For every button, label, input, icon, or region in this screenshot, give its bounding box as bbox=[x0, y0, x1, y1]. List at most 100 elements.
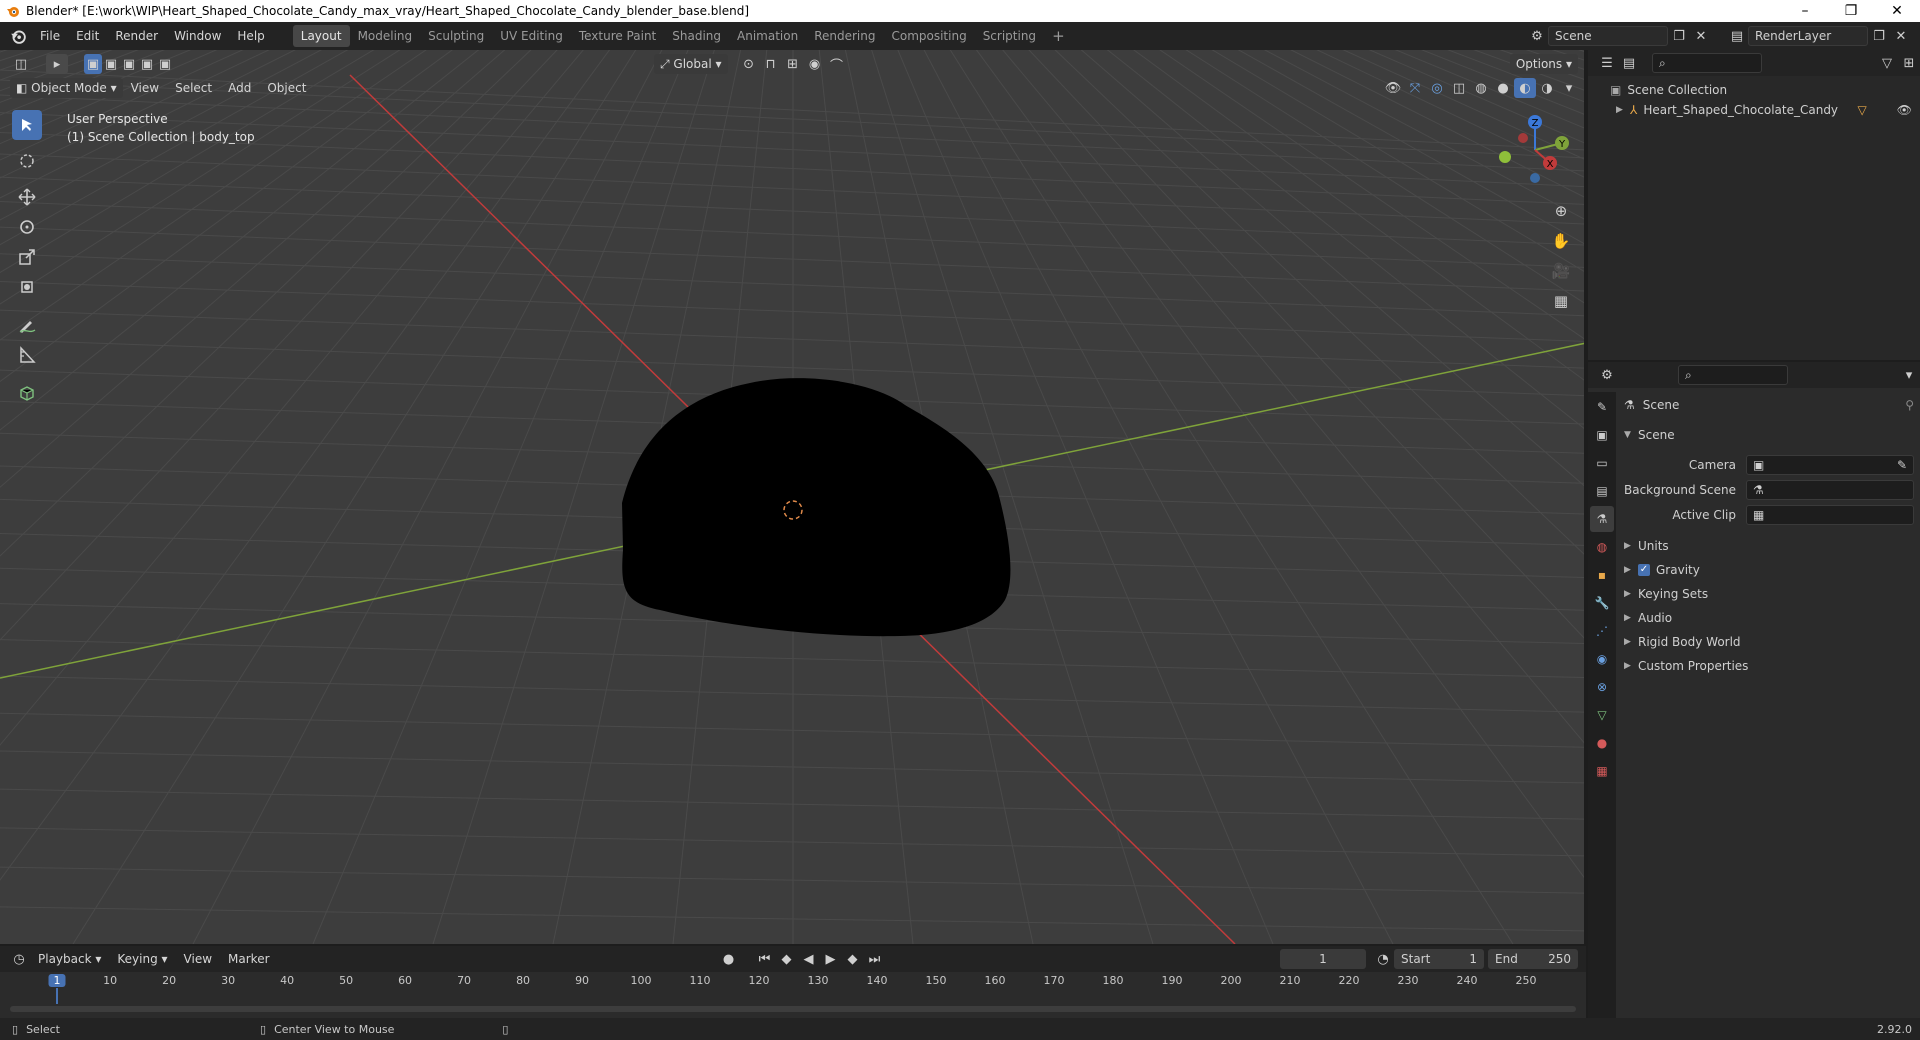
expand-arrow-icon[interactable]: ▶ bbox=[1624, 565, 1638, 575]
add-cube-tool-icon[interactable] bbox=[12, 378, 42, 408]
data-tab-icon[interactable]: ▽ bbox=[1590, 702, 1614, 728]
tab-texture-paint[interactable]: Texture Paint bbox=[571, 25, 664, 47]
render-tab-icon[interactable]: ▣ bbox=[1590, 422, 1614, 448]
xray-toggle-icon[interactable]: ◫ bbox=[1448, 78, 1470, 98]
snap-icon[interactable]: ⊓ bbox=[760, 54, 782, 74]
viewport-menu-view[interactable]: View bbox=[123, 77, 167, 99]
tab-uv-editing[interactable]: UV Editing bbox=[492, 25, 571, 47]
overlay-toggle-icon[interactable]: ◎ bbox=[1426, 78, 1448, 98]
modifier-tab-icon[interactable]: 🔧 bbox=[1590, 590, 1614, 616]
scene-remove-icon[interactable]: ✕ bbox=[1690, 26, 1712, 46]
renderlayer-browse-icon[interactable]: ▤ bbox=[1726, 26, 1748, 46]
particles-tab-icon[interactable]: ⋰ bbox=[1590, 618, 1614, 644]
select-box-tool-icon[interactable]: ▸ bbox=[46, 54, 68, 74]
custom-properties-panel-header[interactable]: ▶ Custom Properties bbox=[1624, 655, 1914, 677]
gravity-panel-header[interactable]: ▶ ✓ Gravity bbox=[1624, 559, 1914, 581]
menu-render[interactable]: Render bbox=[107, 25, 166, 47]
menu-edit[interactable]: Edit bbox=[68, 25, 107, 47]
chocolate-candy-object[interactable] bbox=[622, 378, 1011, 637]
proportional-falloff-icon[interactable]: ⌒ bbox=[826, 54, 848, 74]
snap-target-icon[interactable]: ⊞ bbox=[782, 54, 804, 74]
pin-icon[interactable]: ⚲ bbox=[1905, 398, 1914, 412]
renderlayer-remove-icon[interactable]: ✕ bbox=[1890, 26, 1912, 46]
keying-sets-panel-header[interactable]: ▶ Keying Sets bbox=[1624, 583, 1914, 605]
transform-tool-icon[interactable] bbox=[12, 272, 42, 302]
texture-tab-icon[interactable]: ▦ bbox=[1590, 758, 1614, 784]
transform-orientation-dropdown[interactable]: ⤢ Global ▾ bbox=[654, 54, 728, 74]
rendered-shading-icon[interactable]: ◑ bbox=[1536, 78, 1558, 98]
object-tab-icon[interactable]: ▪ bbox=[1590, 562, 1614, 588]
outliner-filter-icon[interactable]: ▽ bbox=[1876, 53, 1898, 73]
outliner-search-input[interactable]: ⌕ bbox=[1652, 53, 1762, 73]
wireframe-shading-icon[interactable]: ◍ bbox=[1470, 78, 1492, 98]
move-tool-icon[interactable] bbox=[12, 182, 42, 212]
select-tool-icon[interactable] bbox=[12, 110, 42, 140]
current-frame-indicator[interactable]: 1 bbox=[48, 974, 66, 987]
tab-layout[interactable]: Layout bbox=[292, 25, 350, 47]
measure-tool-icon[interactable] bbox=[12, 340, 42, 370]
scene-duplicate-icon[interactable]: ❐ bbox=[1668, 26, 1690, 46]
active-clip-field[interactable]: ▦ bbox=[1746, 505, 1914, 525]
playhead-line[interactable] bbox=[56, 988, 58, 1004]
eyedropper-icon[interactable]: ✎ bbox=[1897, 456, 1907, 474]
world-tab-icon[interactable]: ◍ bbox=[1590, 534, 1614, 560]
tab-compositing[interactable]: Compositing bbox=[883, 25, 974, 47]
tab-sculpting[interactable]: Sculpting bbox=[420, 25, 492, 47]
close-button[interactable]: ✕ bbox=[1874, 3, 1920, 19]
menu-help[interactable]: Help bbox=[229, 25, 272, 47]
viewport-menu-object[interactable]: Object bbox=[259, 77, 314, 99]
zoom-icon[interactable]: ⊕ bbox=[1550, 196, 1572, 226]
outliner-scene-collection-row[interactable]: ▣ Scene Collection bbox=[1588, 80, 1920, 100]
gizmo-toggle-icon[interactable]: ⤧ bbox=[1404, 78, 1426, 98]
outliner-new-collection-icon[interactable]: ⊞ bbox=[1898, 53, 1920, 73]
tool-tab-icon[interactable]: ✎ bbox=[1590, 394, 1614, 420]
maximize-button[interactable]: ❐ bbox=[1828, 3, 1874, 19]
modifier-icon[interactable]: ▽ bbox=[1858, 103, 1867, 117]
expand-arrow-icon[interactable]: ▶ bbox=[1624, 613, 1638, 623]
menu-window[interactable]: Window bbox=[166, 25, 229, 47]
editor-type-icon[interactable]: ◫ bbox=[10, 54, 32, 74]
audio-panel-header[interactable]: ▶ Audio bbox=[1624, 607, 1914, 629]
viewport-menu-select[interactable]: Select bbox=[167, 77, 220, 99]
hide-in-viewport-icon[interactable]: 👁 bbox=[1897, 103, 1912, 117]
view-layer-tab-icon[interactable]: ▤ bbox=[1590, 478, 1614, 504]
constraints-tab-icon[interactable]: ⊗ bbox=[1590, 674, 1614, 700]
select-mode-intersect-icon[interactable]: ▣ bbox=[156, 54, 174, 74]
proportional-edit-icon[interactable]: ◉ bbox=[804, 54, 826, 74]
select-mode-new-icon[interactable]: ▣ bbox=[84, 54, 102, 74]
render-layer-field[interactable]: RenderLayer bbox=[1748, 26, 1868, 46]
properties-search-input[interactable]: ⌕ bbox=[1678, 365, 1788, 385]
tab-shading[interactable]: Shading bbox=[664, 25, 729, 47]
background-scene-field[interactable]: ⚗ bbox=[1746, 480, 1914, 500]
cursor-tool-icon[interactable] bbox=[12, 146, 42, 176]
navigation-gizmo[interactable]: Z Y X bbox=[1495, 110, 1575, 190]
scene-field[interactable]: Scene bbox=[1548, 26, 1668, 46]
tab-modeling[interactable]: Modeling bbox=[350, 25, 421, 47]
shading-options-icon[interactable]: ▾ bbox=[1558, 78, 1580, 98]
object-mode-dropdown[interactable]: ◧ Object Mode ▾ bbox=[10, 78, 123, 98]
add-workspace-icon[interactable]: + bbox=[1044, 25, 1073, 47]
select-mode-subtract-icon[interactable]: ▣ bbox=[120, 54, 138, 74]
3d-viewport[interactable] bbox=[0, 50, 1586, 944]
rotate-tool-icon[interactable] bbox=[12, 212, 42, 242]
material-shading-icon[interactable]: ◐ bbox=[1514, 78, 1536, 98]
ortho-grid-icon[interactable]: ▦ bbox=[1550, 286, 1572, 316]
properties-editor-type-icon[interactable]: ⚙ bbox=[1596, 365, 1618, 385]
expand-arrow-icon[interactable]: ▶ bbox=[1624, 589, 1638, 599]
select-mode-invert-icon[interactable]: ▣ bbox=[138, 54, 156, 74]
expand-arrow-icon[interactable]: ▶ bbox=[1624, 541, 1638, 551]
camera-field[interactable]: ▣ ✎ bbox=[1746, 455, 1914, 475]
material-tab-icon[interactable]: ● bbox=[1590, 730, 1614, 756]
visibility-icon[interactable]: 👁 bbox=[1382, 78, 1404, 98]
rigid-body-world-panel-header[interactable]: ▶ Rigid Body World bbox=[1624, 631, 1914, 653]
scene-panel-header[interactable]: ▼ Scene bbox=[1624, 424, 1914, 446]
expand-arrow-icon[interactable]: ▶ bbox=[1616, 105, 1630, 115]
scale-tool-icon[interactable] bbox=[12, 242, 42, 272]
properties-options-icon[interactable]: ▾ bbox=[1898, 365, 1920, 385]
output-tab-icon[interactable]: ▭ bbox=[1590, 450, 1614, 476]
tab-animation[interactable]: Animation bbox=[729, 25, 806, 47]
scene-browse-icon[interactable]: ⚙ bbox=[1526, 26, 1548, 46]
units-panel-header[interactable]: ▶ Units bbox=[1624, 535, 1914, 557]
outliner-editor-type-icon[interactable]: ☰ bbox=[1596, 53, 1618, 73]
solid-shading-icon[interactable]: ● bbox=[1492, 78, 1514, 98]
